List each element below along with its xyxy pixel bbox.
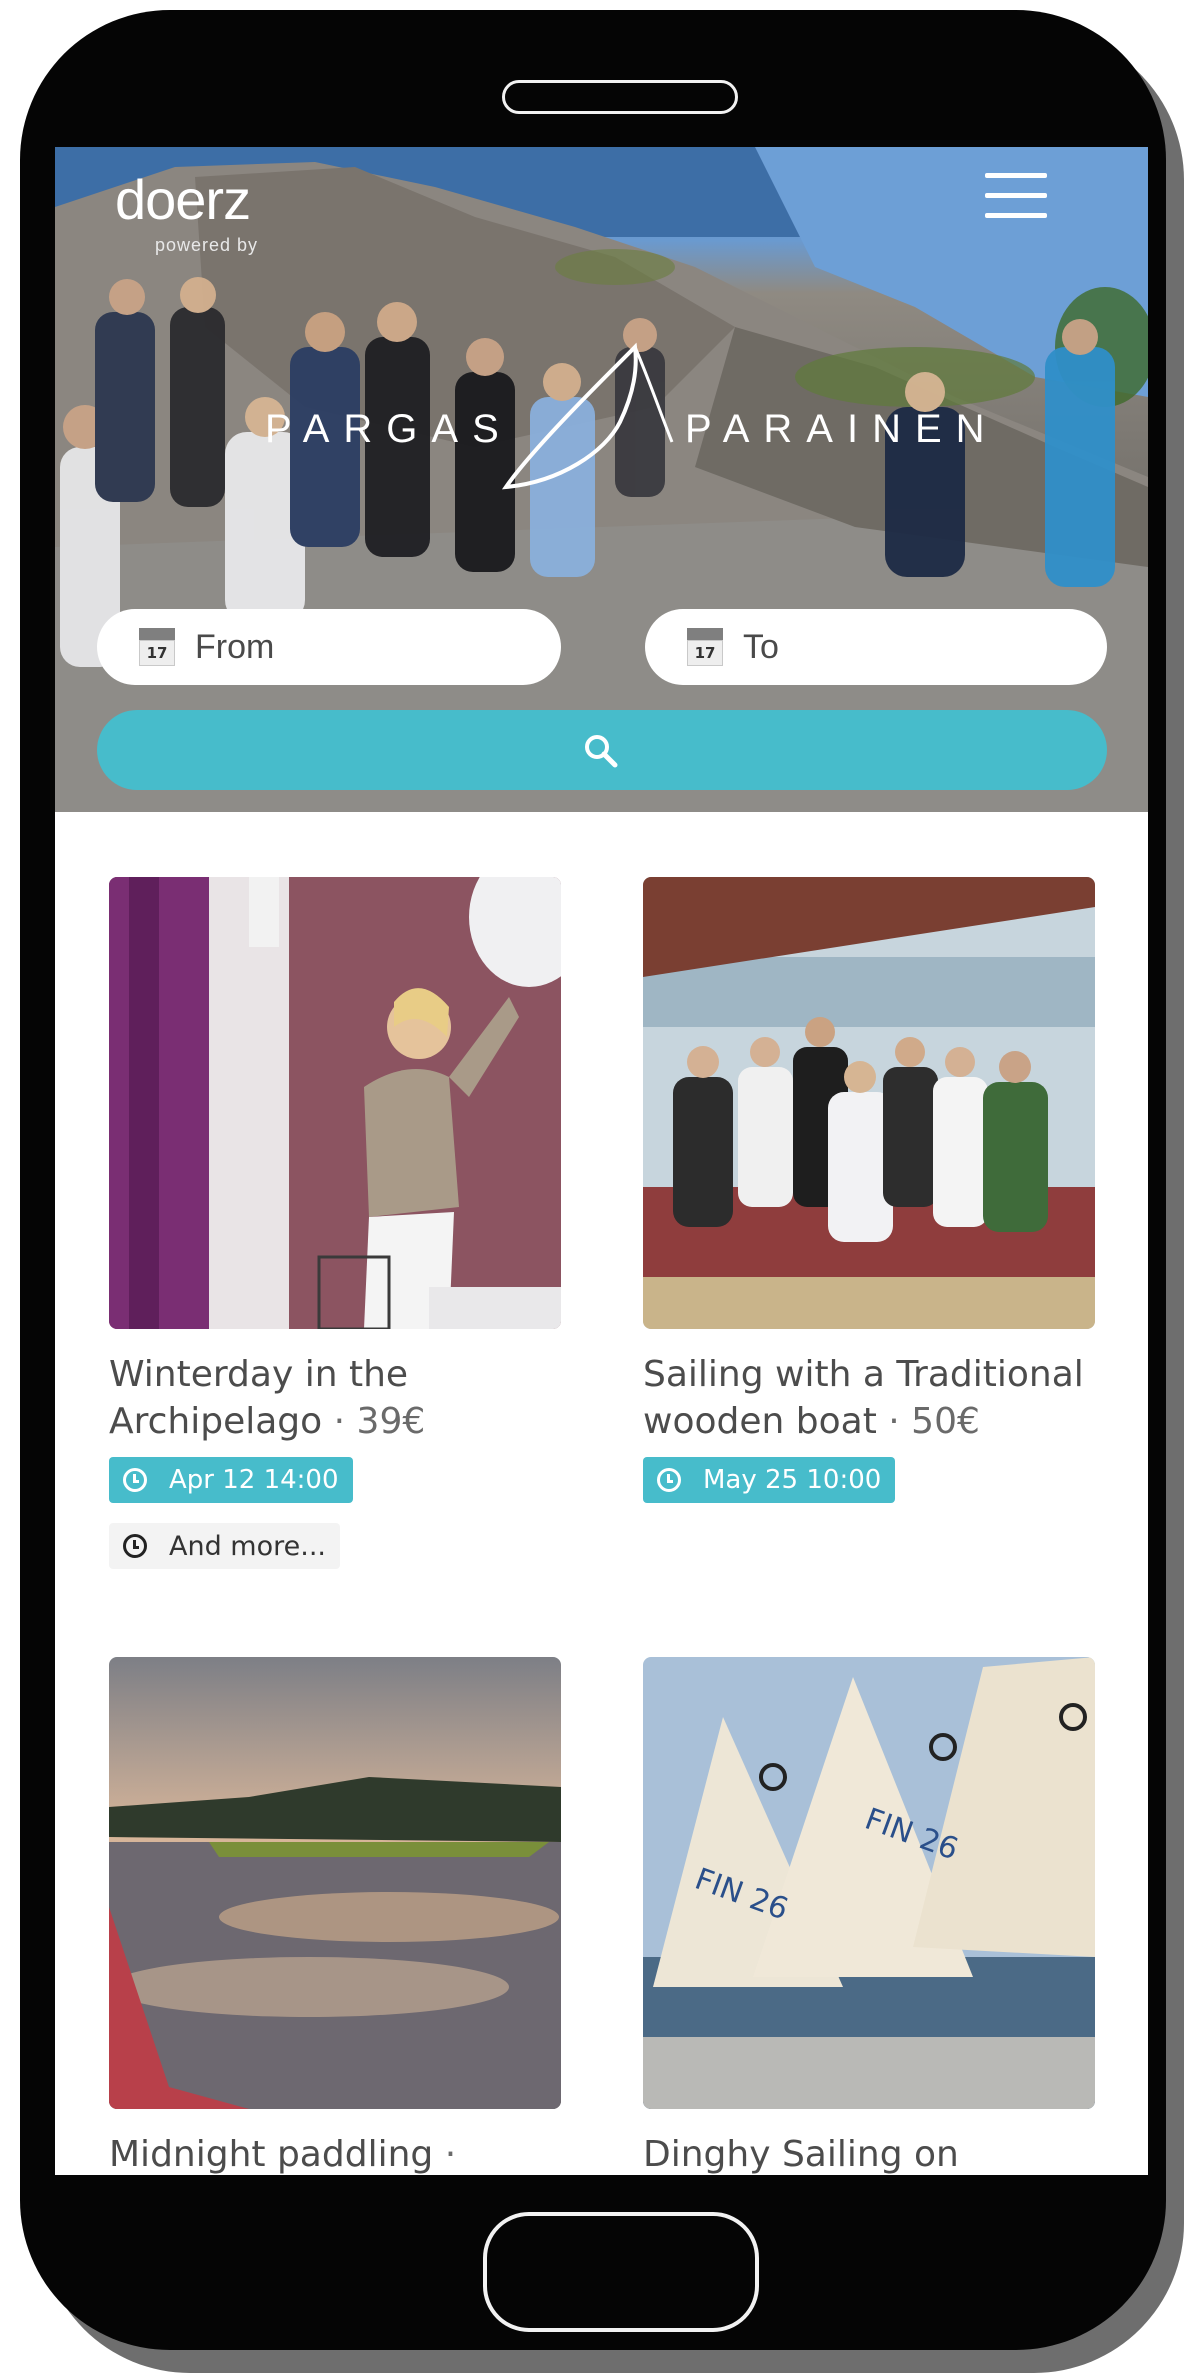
activity-card[interactable]: Sailing with a Traditional wooden boat ·… — [643, 877, 1095, 1503]
app-logo[interactable]: doerz — [115, 167, 251, 232]
card-title[interactable]: Winterday in the Archipelago · 39€ — [109, 1351, 561, 1445]
date-badge[interactable]: May 25 10:00 — [643, 1457, 896, 1503]
home-button[interactable] — [483, 2212, 759, 2332]
from-placeholder: From — [195, 627, 275, 666]
activity-card[interactable]: Midnight paddling · — [109, 1657, 561, 2175]
card-image[interactable] — [109, 1657, 561, 2109]
card-title[interactable]: Midnight paddling · — [109, 2131, 561, 2175]
clock-icon — [123, 1468, 147, 1492]
sail-logo-icon — [501, 342, 674, 490]
clock-icon — [123, 1534, 147, 1558]
hamburger-menu-icon[interactable] — [981, 167, 1053, 223]
calendar-icon: 17 — [687, 628, 723, 666]
clock-icon — [657, 1468, 681, 1492]
activity-card[interactable]: Winterday in the Archipelago · 39€ Apr 1… — [109, 877, 561, 1569]
card-title[interactable]: Dinghy Sailing on — [643, 2131, 1095, 2175]
card-image[interactable] — [643, 877, 1095, 1329]
app-screen: doerz powered by PARGAS PARAINEN 17 From… — [55, 147, 1148, 2175]
speaker-grille — [502, 80, 738, 114]
brand-text-pargas: PARGAS — [265, 407, 513, 451]
card-image[interactable]: FIN 26 FIN 26 — [643, 1657, 1095, 2109]
date-badge[interactable]: Apr 12 14:00 — [109, 1457, 353, 1503]
from-date-field[interactable]: 17 From — [97, 609, 561, 685]
card-image[interactable] — [109, 877, 561, 1329]
card-title[interactable]: Sailing with a Traditional wooden boat ·… — [643, 1351, 1095, 1445]
search-button[interactable] — [97, 710, 1107, 790]
calendar-icon: 17 — [139, 628, 175, 666]
brand-text-parainen: PARAINEN — [685, 407, 999, 451]
hero-banner: doerz powered by PARGAS PARAINEN 17 From… — [55, 147, 1148, 812]
to-date-field[interactable]: 17 To — [645, 609, 1107, 685]
logo-tagline: powered by — [155, 235, 259, 255]
to-placeholder: To — [743, 627, 779, 666]
activity-card[interactable]: FIN 26 FIN 26 Dinghy Sailing on — [643, 1657, 1095, 2175]
more-dates-badge[interactable]: And more... — [109, 1523, 340, 1569]
search-icon — [585, 735, 618, 768]
